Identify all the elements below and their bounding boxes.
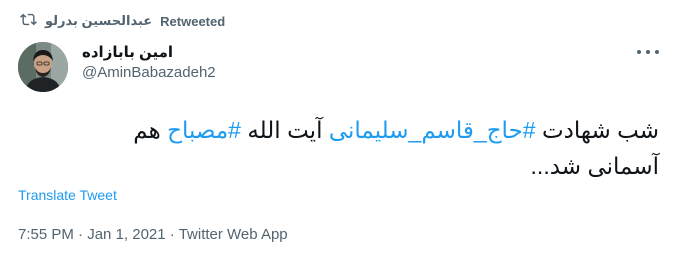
author-display-name[interactable]: امین بابازاده bbox=[82, 43, 216, 63]
dot-icon bbox=[646, 50, 650, 54]
retweet-context[interactable]: عبدالحسین بدرلو Retweeted bbox=[20, 9, 225, 33]
hashtag-link[interactable]: #حاج_قاسم_سلیمانی bbox=[329, 117, 536, 143]
tweet-time[interactable]: 7:55 PM bbox=[18, 226, 74, 243]
tweet-source: Twitter Web App bbox=[178, 226, 288, 243]
dot-icon bbox=[637, 50, 641, 54]
meta-separator: · bbox=[165, 226, 179, 243]
dot-icon bbox=[655, 50, 659, 54]
avatar[interactable] bbox=[18, 42, 68, 92]
retweeter-name[interactable]: عبدالحسین بدرلو bbox=[45, 13, 152, 29]
retweet-icon bbox=[20, 11, 37, 31]
tweet-segment: آیت الله bbox=[240, 117, 329, 143]
tweet-meta: 7:55 PM · Jan 1, 2021 · Twitter Web App bbox=[18, 226, 288, 243]
retweeted-label: Retweeted bbox=[160, 13, 226, 29]
author-block[interactable]: امین بابازاده @AminBabazadeh2 bbox=[82, 43, 216, 83]
profile-photo bbox=[18, 42, 68, 92]
author-handle[interactable]: @AminBabazadeh2 bbox=[82, 63, 216, 83]
hashtag-link[interactable]: #مصباح bbox=[167, 117, 241, 143]
translate-tweet-link[interactable]: Translate Tweet bbox=[18, 187, 117, 203]
meta-separator: · bbox=[73, 226, 88, 243]
tweet-date[interactable]: Jan 1, 2021 bbox=[87, 226, 165, 243]
tweet-text: شب شهادت #حاج_قاسم_سلیمانی آیت الله #مصب… bbox=[59, 112, 659, 184]
more-options-icon[interactable] bbox=[637, 47, 659, 57]
tweet-segment: شب شهادت bbox=[535, 117, 659, 143]
